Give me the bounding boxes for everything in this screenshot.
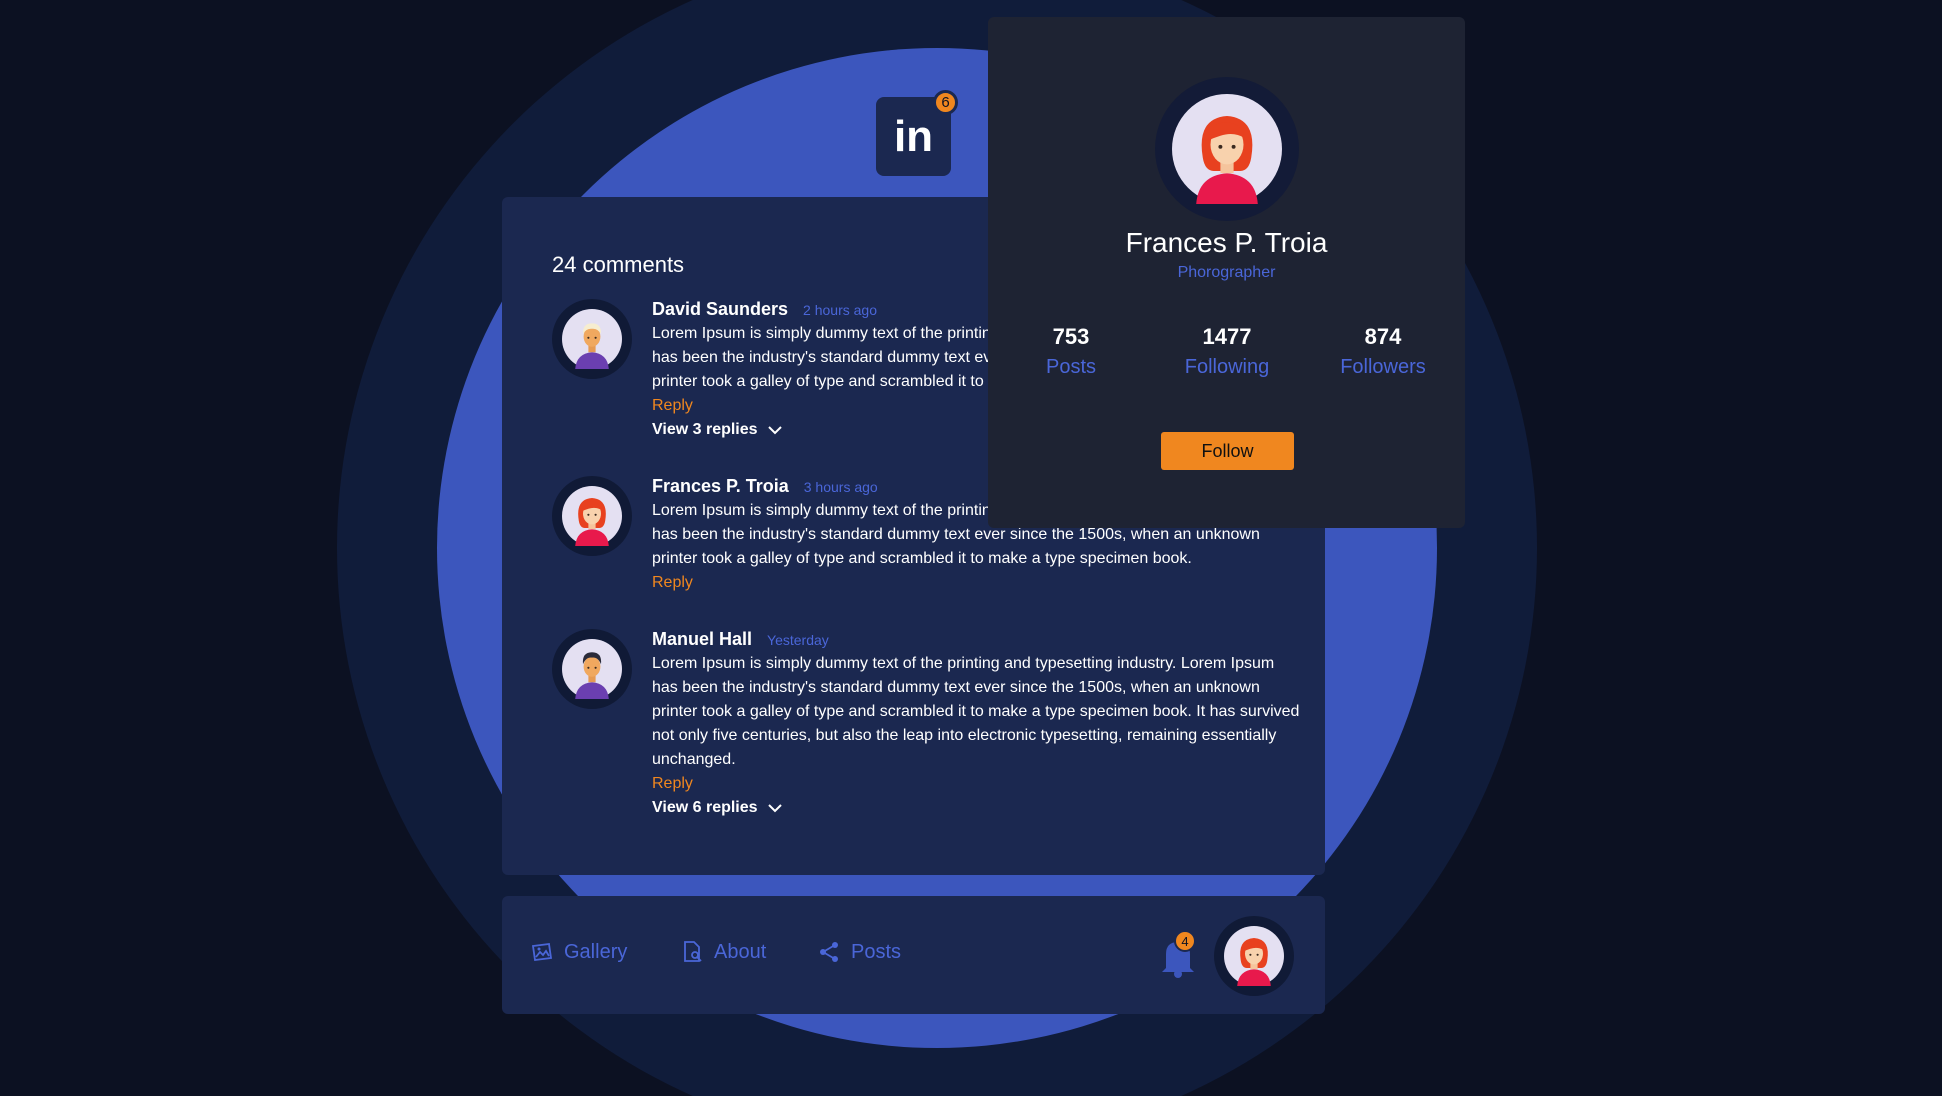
nav-item-label: About [714,940,767,963]
profile-card: Frances P. Troia Phorographer 753 Posts … [988,17,1465,528]
stat-followers[interactable]: 874 Followers [1308,324,1458,379]
comment-time: 2 hours ago [803,302,877,318]
nav-item-label: Posts [851,940,902,963]
document-icon [684,941,702,962]
comment-text: Lorem Ipsum is simply dummy text of the … [652,655,1300,768]
profile-role: Phorographer [1177,264,1276,281]
nav-item-label: Gallery [564,940,628,963]
view-replies-label: View 6 replies [652,799,758,816]
comment-time: Yesterday [767,632,829,648]
woman-redhead-avatar-icon [562,486,622,546]
gallery-icon [531,942,553,962]
nav-item-posts[interactable]: Posts [817,940,901,964]
woman-redhead-avatar-icon [1224,926,1284,986]
reply-button[interactable]: Reply [652,571,693,595]
stat-posts[interactable]: 753 Posts [996,324,1146,379]
profile-name: Frances P. Troia [1125,227,1328,258]
chevron-down-icon [767,803,782,812]
view-replies-button[interactable]: View 6 replies [652,796,1302,820]
nav-item-gallery[interactable]: Gallery [530,940,627,964]
stat-label: Followers [1340,356,1426,378]
avatar[interactable] [552,629,632,709]
notification-count-badge: 4 [1174,930,1196,952]
stat-value: 753 [1052,324,1090,349]
linkedin-notification-badge: 6 [933,90,958,115]
stat-label: Following [1184,356,1270,378]
stat-value: 1477 [1202,324,1252,349]
comments-title: 24 comments [552,252,685,277]
avatar[interactable] [552,476,632,556]
reply-button[interactable]: Reply [652,772,693,796]
stat-value: 874 [1364,324,1402,349]
stat-label: Posts [1045,356,1097,378]
bottom-navbar: Gallery About Posts 4 [502,896,1325,1014]
stat-following[interactable]: 1477 Following [1152,324,1302,379]
comment-author[interactable]: Frances P. Troia [652,476,789,497]
comment-author[interactable]: Manuel Hall [652,629,752,650]
user-avatar[interactable] [1214,916,1294,996]
man-blond-avatar-icon [562,309,622,369]
view-replies-label: View 3 replies [652,421,758,438]
share-icon [820,942,838,962]
chevron-down-icon [767,425,782,434]
avatar[interactable] [552,299,632,379]
profile-avatar [1155,77,1299,221]
woman-redhead-avatar-icon [1172,94,1282,204]
comment-author[interactable]: David Saunders [652,299,788,320]
comment-time: 3 hours ago [803,479,878,495]
reply-button[interactable]: Reply [652,394,693,418]
follow-button[interactable]: Follow [1161,432,1294,470]
nav-item-about[interactable]: About [680,940,766,964]
man-dark-hair-avatar-icon [562,639,622,699]
